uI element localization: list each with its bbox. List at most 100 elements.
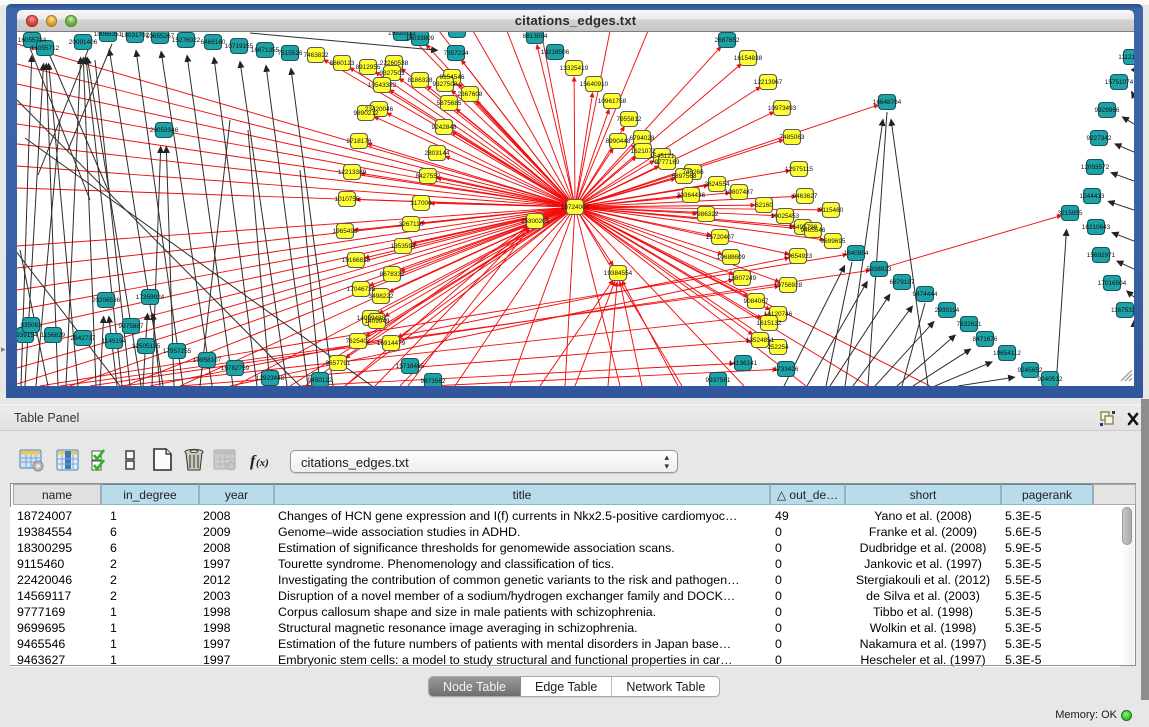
svg-text:8939154: 8939154 <box>17 332 38 339</box>
svg-text:9240512: 9240512 <box>1038 376 1063 383</box>
svg-text:9115460: 9115460 <box>819 207 844 214</box>
svg-text:9873562: 9873562 <box>421 378 446 385</box>
svg-text:9463627: 9463627 <box>793 193 818 200</box>
svg-text:19218506: 19218506 <box>541 49 570 56</box>
svg-text:16154838: 16154838 <box>734 55 763 62</box>
svg-text:15640910: 15640910 <box>580 81 609 88</box>
svg-text:6466160: 6466160 <box>201 39 226 46</box>
svg-text:9937561: 9937561 <box>706 377 731 384</box>
svg-text:14136141: 14136141 <box>729 360 758 367</box>
svg-text:15276022: 15276022 <box>172 37 201 44</box>
svg-text:10688609: 10688609 <box>717 254 746 261</box>
svg-text:10543382: 10543382 <box>368 82 397 89</box>
svg-text:13524851: 13524851 <box>746 337 775 344</box>
svg-text:2367608: 2367608 <box>458 91 483 98</box>
svg-text:1965493: 1965493 <box>333 228 358 235</box>
svg-text:9154546: 9154546 <box>440 74 465 81</box>
svg-text:1353594: 1353594 <box>391 243 416 250</box>
svg-text:16648784: 16648784 <box>873 99 902 106</box>
svg-text:7515526: 7515526 <box>278 50 303 57</box>
svg-text:19384554: 19384554 <box>604 270 633 277</box>
svg-text:9084067: 9084067 <box>744 298 769 305</box>
svg-text:9465546: 9465546 <box>801 227 826 234</box>
svg-text:9474444: 9474444 <box>913 291 938 298</box>
svg-text:1615132: 1615132 <box>757 320 782 327</box>
svg-text:16055724: 16055724 <box>18 37 47 44</box>
svg-text:(x): (x) <box>256 457 269 469</box>
svg-text:16033809: 16033809 <box>406 35 435 42</box>
svg-text:8990448: 8990448 <box>606 138 631 145</box>
svg-text:9329966: 9329966 <box>1095 107 1120 114</box>
svg-text:20364436: 20364436 <box>677 192 706 199</box>
svg-text:11121954: 11121954 <box>1118 54 1134 61</box>
svg-text:20206536: 20206536 <box>92 297 121 304</box>
svg-text:17016504: 17016504 <box>1098 280 1127 287</box>
svg-text:15720407: 15720407 <box>706 234 735 241</box>
svg-text:8471676: 8471676 <box>973 336 998 343</box>
svg-text:19166825: 19166825 <box>342 257 371 264</box>
svg-text:20091406: 20091406 <box>69 39 98 46</box>
svg-text:9450122: 9450122 <box>308 377 333 384</box>
svg-text:12213389: 12213389 <box>338 169 367 176</box>
svg-text:7632621: 7632621 <box>957 321 982 328</box>
svg-text:10025453: 10025453 <box>771 213 800 220</box>
svg-text:6794028: 6794028 <box>630 135 655 142</box>
svg-text:16671355: 16671355 <box>251 47 280 54</box>
svg-text:14055712: 14055712 <box>31 45 60 52</box>
svg-text:12923448: 12923448 <box>256 375 285 382</box>
svg-text:8916254: 8916254 <box>445 32 470 34</box>
svg-text:12975115: 12975115 <box>785 166 813 173</box>
svg-text:18724007: 18724007 <box>561 204 590 211</box>
svg-text:8813054: 8813054 <box>523 33 548 40</box>
svg-text:1244413: 1244413 <box>1080 193 1105 200</box>
svg-text:12505135: 12505135 <box>132 343 161 350</box>
svg-text:5875685: 5875685 <box>437 100 462 107</box>
svg-text:22260538: 22260538 <box>380 60 409 67</box>
svg-text:835061: 835061 <box>20 322 42 329</box>
svg-text:3498222: 3498222 <box>369 293 394 300</box>
svg-text:1145194: 1145194 <box>102 338 127 345</box>
svg-text:2718176: 2718176 <box>347 138 372 145</box>
svg-text:7357224: 7357224 <box>444 50 469 57</box>
svg-text:9327503: 9327503 <box>380 70 405 77</box>
svg-text:19756928: 19756928 <box>774 282 803 289</box>
svg-text:8678332: 8678332 <box>380 271 405 278</box>
svg-text:7485063: 7485063 <box>780 134 805 141</box>
svg-text:1156829: 1156829 <box>41 332 66 339</box>
svg-text:1733426: 1733426 <box>774 366 799 373</box>
svg-text:19654923: 19654923 <box>784 253 813 260</box>
svg-text:6897568: 6897568 <box>672 173 697 180</box>
svg-text:7955812: 7955812 <box>617 116 642 123</box>
svg-text:16782759: 16782759 <box>221 365 250 372</box>
svg-text:17359924: 17359924 <box>136 294 165 301</box>
svg-text:10719155: 10719155 <box>225 43 254 50</box>
svg-text:8186328: 8186328 <box>408 77 433 84</box>
svg-text:19958107: 19958107 <box>193 357 222 364</box>
svg-text:6879197: 6879197 <box>890 279 915 286</box>
svg-text:17957255: 17957255 <box>163 348 192 355</box>
svg-text:8912955: 8912955 <box>356 64 381 71</box>
svg-text:16914479: 16914479 <box>377 340 406 347</box>
svg-text:5938923: 5938923 <box>867 266 892 273</box>
svg-text:10973493: 10973493 <box>768 105 797 112</box>
svg-text:13325419: 13325419 <box>560 65 589 72</box>
svg-text:9975887: 9975887 <box>119 323 144 330</box>
svg-text:2935114: 2935114 <box>935 307 960 314</box>
svg-text:8427552: 8427552 <box>416 173 441 180</box>
svg-text:62160: 62160 <box>755 202 773 209</box>
svg-text:317006: 317006 <box>410 200 432 207</box>
svg-text:2687652: 2687652 <box>715 37 740 44</box>
svg-text:15692971: 15692971 <box>1087 252 1116 259</box>
svg-text:252254: 252254 <box>767 344 789 351</box>
svg-text:7463822: 7463822 <box>304 52 329 59</box>
svg-text:9699695: 9699695 <box>821 238 846 245</box>
svg-text:20053346: 20053346 <box>150 127 179 134</box>
svg-text:1409949: 1409949 <box>365 318 390 325</box>
svg-text:7625402: 7625402 <box>346 338 371 345</box>
svg-text:9890212: 9890212 <box>354 110 379 117</box>
svg-text:17046736: 17046736 <box>347 286 376 293</box>
svg-text:1640954: 1640954 <box>844 250 869 257</box>
svg-text:9245652: 9245652 <box>1018 367 1043 374</box>
svg-text:10065351: 10065351 <box>94 32 123 38</box>
svg-text:8660123: 8660123 <box>330 60 355 67</box>
